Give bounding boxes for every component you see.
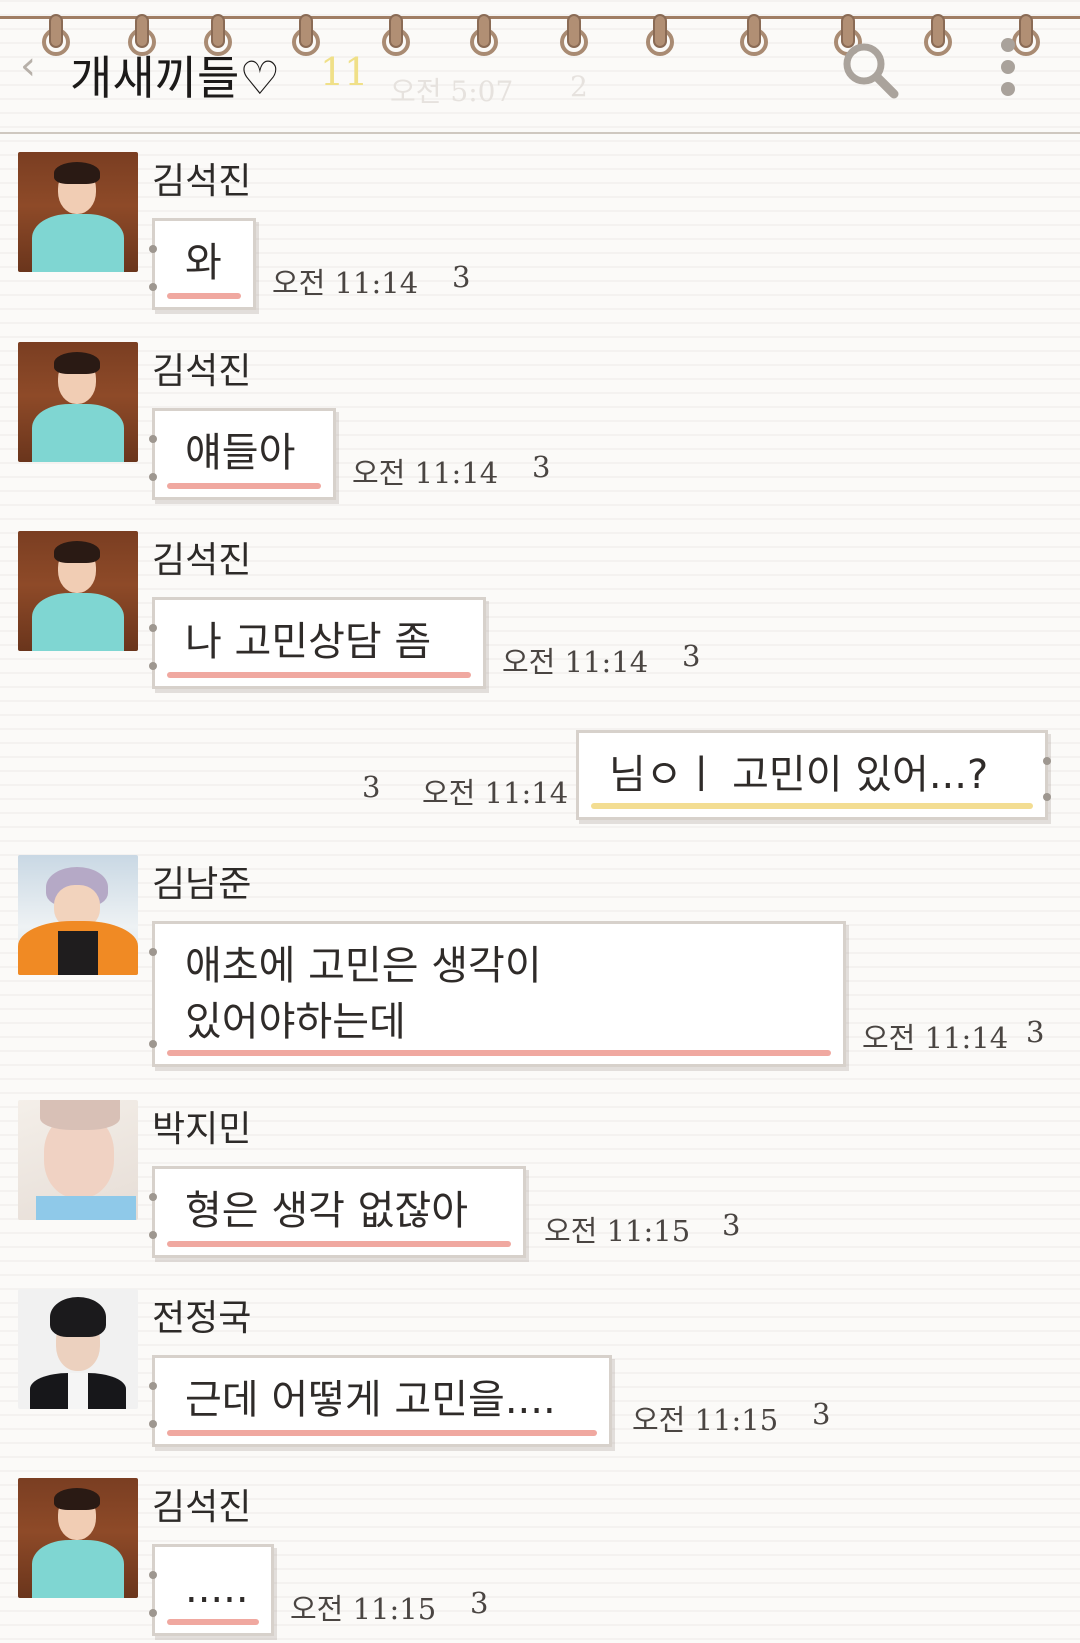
- unread-count: 3: [682, 639, 701, 673]
- message-time: 오전 11:15: [290, 1592, 437, 1626]
- message-time: 오전 11:14: [352, 456, 499, 490]
- ring-icon: [642, 14, 678, 62]
- message-text-line: 애초에 고민은 생각이: [185, 943, 542, 989]
- message-text: 얘들아: [185, 430, 296, 476]
- faint-count: 2: [570, 70, 588, 103]
- message-time: 오전 11:14: [862, 1021, 1009, 1055]
- message-time: 오전 11:15: [544, 1214, 691, 1248]
- ring-icon: [920, 14, 956, 62]
- message-time: 오전 11:15: [632, 1403, 779, 1437]
- message-time: 오전 11:14: [502, 645, 649, 679]
- message-bubble[interactable]: 와: [149, 218, 256, 310]
- more-vertical-icon[interactable]: [998, 36, 1018, 98]
- chat-header: ‹ 개새끼들♡ 11 오전 5:07 2: [0, 0, 1080, 134]
- chevron-left-icon[interactable]: ‹: [20, 46, 46, 86]
- avatar[interactable]: [18, 531, 138, 651]
- message-time: 오전 11:14: [422, 776, 569, 810]
- avatar[interactable]: [18, 1289, 138, 1409]
- my-message-bubble[interactable]: 님ㅇㅣ 고민이 있어...?: [576, 730, 1051, 820]
- sender-name: 김석진: [152, 161, 252, 202]
- ring-icon: [288, 14, 324, 62]
- ring-icon: [466, 14, 502, 62]
- avatar[interactable]: [18, 152, 138, 272]
- avatar[interactable]: [18, 1100, 138, 1220]
- member-count: 11: [320, 50, 369, 94]
- unread-count: 3: [452, 260, 471, 294]
- sender-name: 박지민: [152, 1109, 252, 1150]
- unread-count: 3: [362, 770, 381, 804]
- message-bubble[interactable]: 형은 생각 없잖아: [149, 1166, 526, 1258]
- message-text: 나 고민상담 좀: [185, 619, 432, 665]
- ring-icon: [556, 14, 592, 62]
- sender-name: 전정국: [152, 1298, 252, 1339]
- search-icon[interactable]: [840, 40, 900, 100]
- chat-room-title: 개새끼들♡: [70, 51, 281, 105]
- unread-count: 3: [812, 1397, 831, 1431]
- message-text: 근데 어떻게 고민을....: [185, 1377, 556, 1423]
- sender-name: 김석진: [152, 351, 252, 392]
- message-bubble[interactable]: .....: [149, 1544, 274, 1636]
- message-bubble[interactable]: 애초에 고민은 생각이 있어야하는데: [149, 921, 846, 1067]
- sender-name: 김남준: [152, 864, 252, 905]
- ring-icon: [378, 14, 414, 62]
- sender-name: 김석진: [152, 540, 252, 581]
- message-text: 님ㅇㅣ 고민이 있어...?: [609, 752, 989, 798]
- unread-count: 3: [532, 450, 551, 484]
- avatar[interactable]: [18, 855, 138, 975]
- message-text: 형은 생각 없잖아: [185, 1188, 469, 1234]
- message-bubble[interactable]: 얘들아: [149, 408, 336, 500]
- message-text: 와: [185, 240, 222, 286]
- unread-count: 3: [470, 1586, 489, 1620]
- ring-icon: [736, 14, 772, 62]
- avatar[interactable]: [18, 1478, 138, 1598]
- faint-timestamp: 오전 5:07: [390, 75, 514, 108]
- sender-name: 김석진: [152, 1487, 252, 1528]
- message-bubble[interactable]: 근데 어떻게 고민을....: [149, 1355, 612, 1447]
- message-time: 오전 11:14: [272, 266, 419, 300]
- unread-count: 3: [722, 1208, 741, 1242]
- avatar[interactable]: [18, 342, 138, 462]
- message-text: .....: [185, 1566, 249, 1612]
- message-bubble[interactable]: 나 고민상담 좀: [149, 597, 486, 689]
- message-text-line: 있어야하는데: [185, 999, 406, 1045]
- unread-count: 3: [1026, 1015, 1045, 1049]
